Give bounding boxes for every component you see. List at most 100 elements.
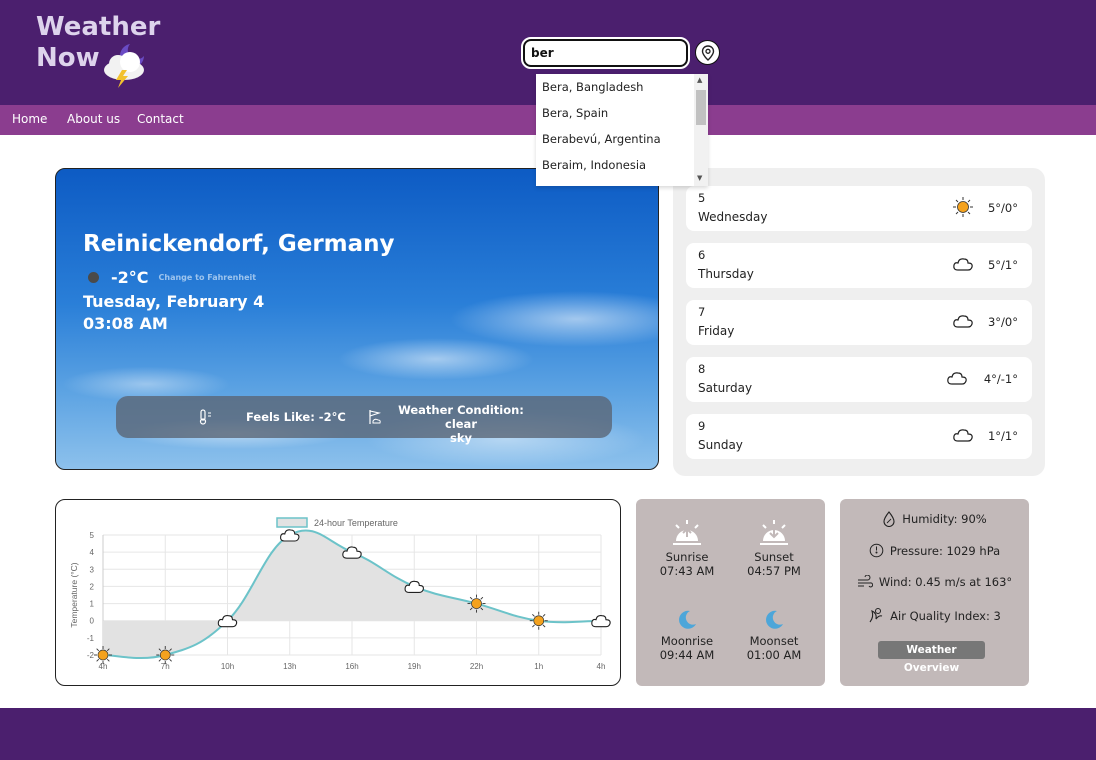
forecast-temp: 5°/0° (987, 201, 1018, 215)
suggestion-item[interactable]: Bera, Spain (536, 100, 708, 126)
suggestion-item[interactable]: Bera, Bangladesh (536, 74, 708, 100)
moonrise-label: Moonrise (660, 634, 714, 648)
wind-icon (857, 575, 873, 588)
current-weather-card: Reinickendorf, Germany -2°C Change to Fa… (55, 168, 659, 470)
moonrise-icon (679, 610, 696, 629)
sunrise-icon (673, 520, 701, 545)
search-input[interactable] (521, 37, 690, 69)
condition-text-2: sky (450, 431, 472, 445)
chart-point-sun-icon (467, 594, 486, 613)
y-axis-label: Temperature (°C) (69, 562, 79, 627)
sunrise-time: 07:43 AM (659, 564, 715, 578)
weather-condition-icon (369, 410, 382, 424)
x-tick-label: 22h (470, 662, 483, 671)
forecast-date: 9 (698, 419, 706, 433)
forecast-temp: 5°/1° (987, 258, 1018, 272)
sun-icon (953, 197, 973, 217)
pressure-value: Pressure: 1029 hPa (889, 543, 1001, 558)
y-tick-label: 4 (90, 548, 95, 557)
moonrise-time: 09:44 AM (659, 648, 715, 662)
x-tick-label: 16h (345, 662, 358, 671)
suggestions-scrollbar[interactable]: ▲ ▼ (694, 74, 708, 186)
forecast-day: Wednesday (698, 210, 768, 224)
forecast-day: Sunday (698, 438, 743, 452)
temperature-chart-card: 5 4 3 2 1 0 -1 -2 4h 7h 10h 13h 16h 19h 22h 1h 4h 24-hou… (55, 499, 621, 686)
scroll-thumb[interactable] (696, 90, 706, 125)
forecast-temp: 3°/0° (987, 315, 1018, 329)
moonset-time: 01:00 AM (746, 648, 802, 662)
chart-point-sun-icon (156, 646, 175, 664)
footer (0, 708, 1096, 760)
thermometer-icon (199, 409, 211, 425)
sunset-time: 04:57 PM (747, 564, 801, 578)
map-pin-icon (701, 44, 714, 61)
suggestion-item[interactable]: Berastagi, Indonesia (536, 178, 708, 186)
forecast-card[interactable]: 8 Saturday 4°/-1° (686, 357, 1032, 402)
humidity-icon (883, 511, 895, 527)
scroll-down-icon[interactable]: ▼ (697, 174, 702, 182)
forecast-date: 8 (698, 362, 706, 376)
temperature-chart[interactable]: 543210-1-24h 7h 10h 13h 16h 19h 22h 1h 4h 24-hou… (56, 500, 620, 685)
forecast-card[interactable]: 6 Thursday 5°/1° (686, 243, 1032, 288)
current-time: 03:08 AM (83, 314, 168, 333)
forecast-date: 5 (698, 191, 706, 205)
forecast-panel: 5 Wednesday 5°/0° 6 Thursday 5°/1° 7 Fri… (673, 168, 1045, 476)
y-tick-label: 0 (90, 617, 95, 626)
cloud-icon (953, 429, 973, 442)
sunset-icon (760, 520, 788, 545)
pressure-icon (869, 543, 884, 558)
forecast-card[interactable]: 9 Sunday 1°/1° (686, 414, 1032, 459)
moonset-label: Moonset (749, 634, 799, 648)
storm-cloud-icon (104, 44, 144, 88)
cloud-icon (953, 315, 973, 328)
unit-toggle-link[interactable]: Change to Fahrenheit (159, 273, 257, 282)
forecast-day: Thursday (698, 267, 754, 281)
suggestion-item[interactable]: Berabevú, Argentina (536, 126, 708, 152)
x-tick-label: 10h (221, 662, 234, 671)
scroll-up-icon[interactable]: ▲ (697, 76, 702, 84)
logo[interactable]: Weather Now (36, 12, 166, 92)
x-tick-label: 1h (534, 662, 543, 671)
condition-text: Weather Condition: clear (398, 403, 524, 431)
wind-value: Wind: 0.45 m/s at 163° (878, 575, 1013, 589)
feels-like: Feels Like: -2°C (246, 410, 346, 424)
sun-moon-card: Sunrise 07:43 AM Sunset 04:57 PM Moonris… (636, 499, 825, 686)
sunset-label: Sunset (754, 550, 794, 564)
nav-about[interactable]: About us (67, 112, 120, 126)
moon-icon (88, 272, 99, 283)
forecast-day: Saturday (698, 381, 753, 395)
current-temp: -2°C (111, 268, 149, 287)
chart-point-sun-icon (94, 646, 112, 664)
chart-point-sun-icon (529, 611, 548, 630)
forecast-temp: 4°/-1° (983, 372, 1018, 386)
air-quality-icon (869, 608, 883, 623)
y-tick-label: 3 (90, 565, 95, 574)
cloud-icon (947, 372, 967, 385)
forecast-date: 7 (698, 305, 706, 319)
y-tick-label: 2 (90, 582, 95, 591)
x-tick-label: 13h (283, 662, 296, 671)
weather-overview-button[interactable]: Weather Overview (878, 641, 985, 674)
location-button[interactable] (695, 40, 720, 65)
y-tick-label: -2 (87, 651, 95, 660)
forecast-card[interactable]: 7 Friday 3°/0° (686, 300, 1032, 345)
suggestion-item[interactable]: Beraim, Indonesia (536, 152, 708, 178)
search-suggestions: Bera, Bangladesh Bera, Spain Berabevú, A… (536, 74, 708, 186)
nav-contact[interactable]: Contact (137, 112, 184, 126)
city-name: Reinickendorf, Germany (83, 231, 395, 257)
forecast-card[interactable]: 5 Wednesday 5°/0° (686, 186, 1032, 231)
humidity-value: Humidity: 90% (902, 512, 987, 526)
hero-info-bar: Feels Like: -2°C Weather Condition: clea… (116, 396, 612, 445)
x-tick-label: 4h (597, 662, 606, 671)
current-date: Tuesday, February 4 (83, 292, 265, 311)
chart-legend[interactable]: 24-hour Temperature (276, 517, 398, 528)
search-bar (521, 37, 720, 69)
sunrise-label: Sunrise (665, 550, 709, 564)
y-tick-label: 1 (90, 600, 95, 609)
nav-home[interactable]: Home (12, 112, 47, 126)
chart-point-cloud-icon (591, 615, 611, 628)
forecast-temp: 1°/1° (987, 429, 1018, 443)
forecast-date: 6 (698, 248, 706, 262)
y-tick-label: 5 (90, 531, 95, 540)
y-tick-label: -1 (87, 634, 95, 643)
